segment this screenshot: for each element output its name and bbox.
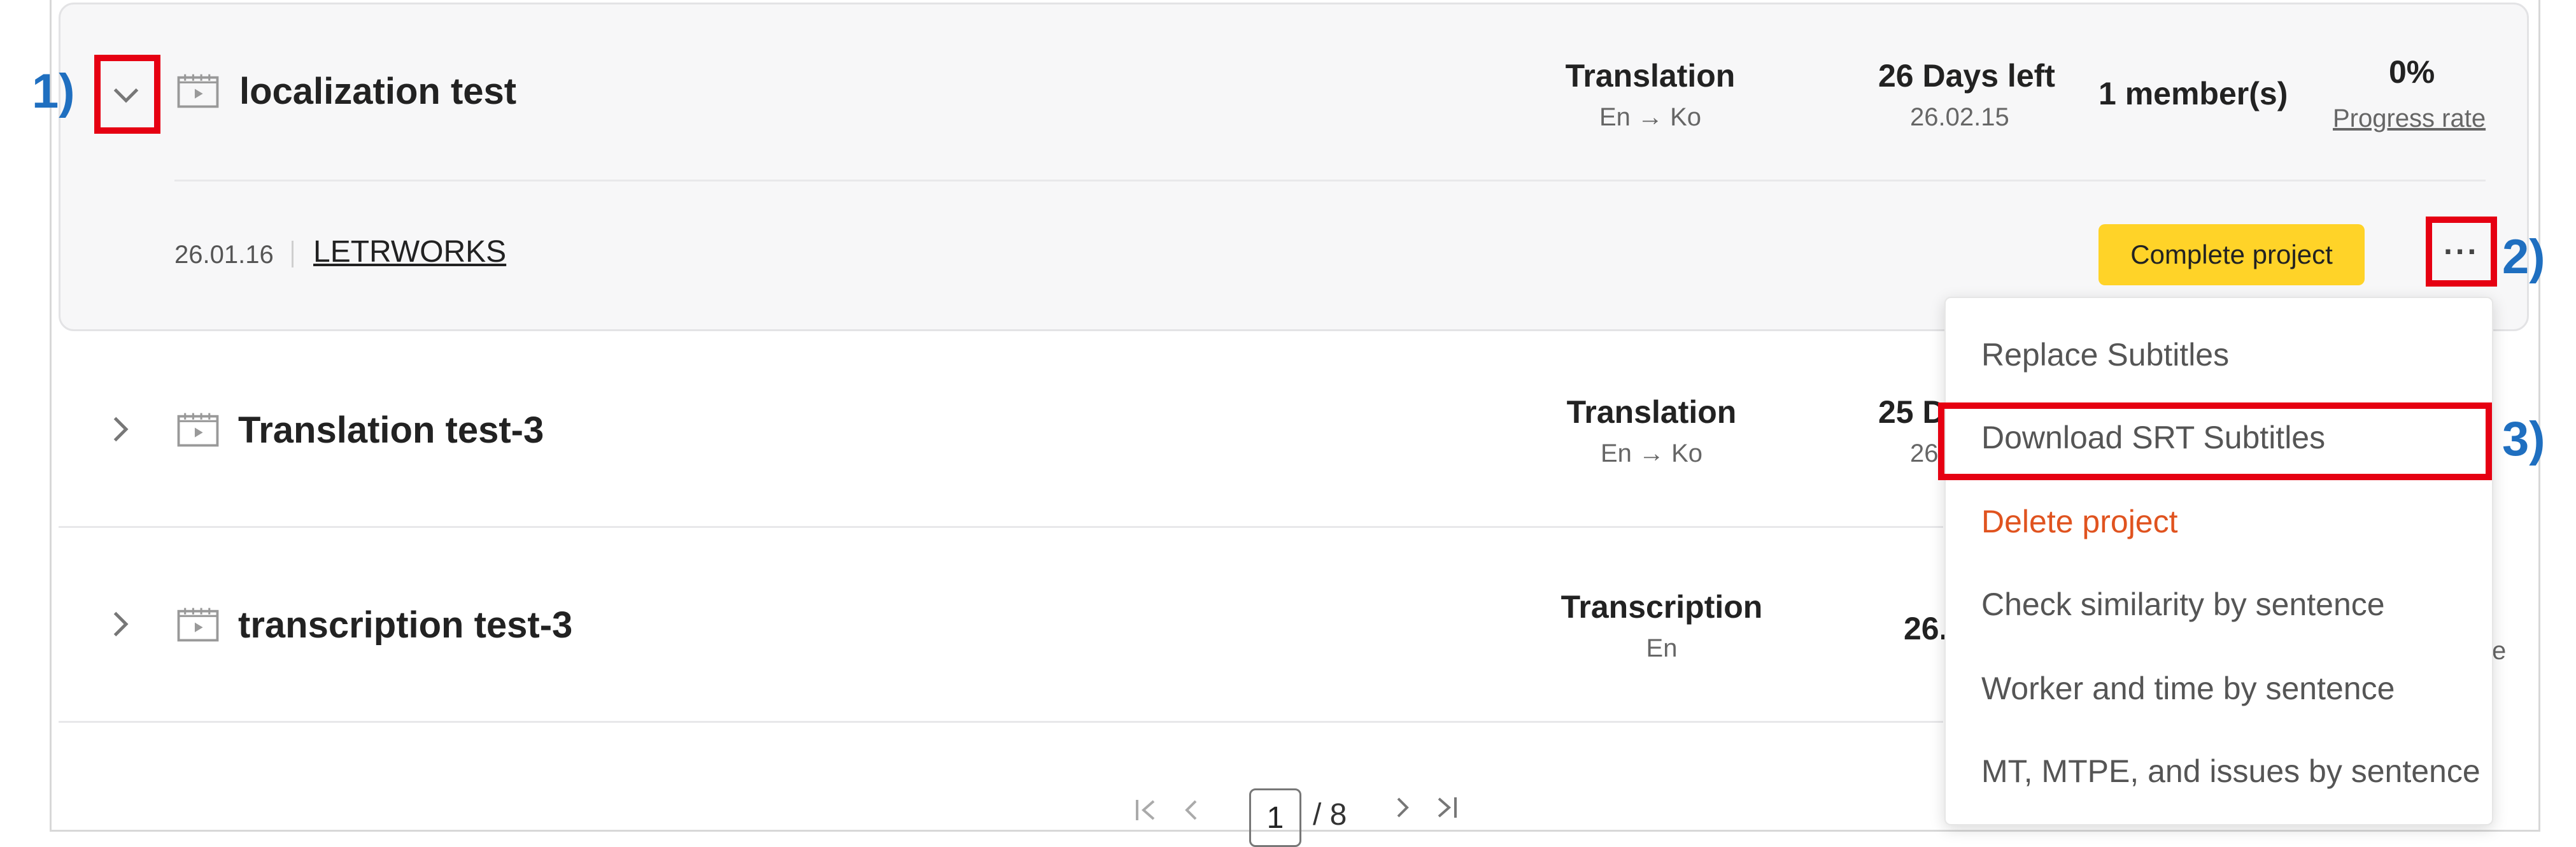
row-divider xyxy=(174,180,2486,182)
project-language: En → Ko xyxy=(1599,103,1702,131)
video-project-icon xyxy=(177,74,219,108)
progress-percent: 0% xyxy=(2389,54,2435,90)
project-kind: Translation xyxy=(1565,58,1736,94)
annotation-marker-2: 2) xyxy=(2502,230,2545,284)
more-options-button[interactable]: ··· xyxy=(2435,224,2488,279)
menu-item-delete-project[interactable]: Delete project xyxy=(1981,503,2178,540)
menu-item-worker-time[interactable]: Worker and time by sentence xyxy=(1981,670,2395,707)
project-due-date-partial: 26 xyxy=(1910,439,1939,467)
prev-page-icon[interactable] xyxy=(1175,795,1206,825)
row-divider xyxy=(59,721,1943,723)
project-deadline-partial: 25 D xyxy=(1878,394,1946,430)
project-due-date: 26.02.15 xyxy=(1910,103,2009,131)
complete-project-button[interactable]: Complete project xyxy=(2098,224,2365,285)
annotation-marker-1: 1) xyxy=(32,64,75,118)
company-link[interactable]: LETRWORKS xyxy=(313,234,506,269)
menu-item-replace-subtitles[interactable]: Replace Subtitles xyxy=(1981,336,2229,373)
progress-link-partial: e xyxy=(2492,637,2507,665)
annotation-marker-3: 3) xyxy=(2502,412,2545,466)
current-page-input[interactable]: 1 xyxy=(1249,788,1301,847)
last-page-icon[interactable] xyxy=(1431,792,1462,823)
project-deadline: 26 Days left xyxy=(1878,58,2055,94)
chevron-right-icon[interactable] xyxy=(101,605,139,643)
project-options-menu: Replace Subtitles Download SRT Subtitles… xyxy=(1944,297,2493,825)
project-title[interactable]: Translation test-3 xyxy=(238,409,544,452)
meta-separator xyxy=(292,241,294,267)
project-members: 1 member(s) xyxy=(2098,76,2288,111)
row-divider xyxy=(59,526,1943,528)
project-kind: Translation xyxy=(1566,394,1737,430)
chevron-down-icon[interactable] xyxy=(107,75,145,113)
project-title[interactable]: transcription test-3 xyxy=(238,604,572,646)
video-project-icon xyxy=(177,413,219,447)
project-title[interactable]: localization test xyxy=(239,70,516,113)
page-total: / 8 xyxy=(1313,798,1347,832)
video-project-icon xyxy=(177,608,219,642)
project-language: En xyxy=(1646,634,1678,662)
progress-rate-link[interactable]: Progress rate xyxy=(2333,104,2486,133)
project-language: En → Ko xyxy=(1600,439,1703,467)
highlight-box-download xyxy=(1938,402,2492,480)
project-deadline-partial: 26. xyxy=(1904,611,1948,646)
project-created-date: 26.01.16 xyxy=(174,241,274,269)
project-kind: Transcription xyxy=(1560,589,1763,625)
menu-item-check-similarity[interactable]: Check similarity by sentence xyxy=(1981,586,2385,623)
next-page-icon[interactable] xyxy=(1388,792,1419,823)
first-page-icon[interactable] xyxy=(1131,795,1161,825)
chevron-right-icon[interactable] xyxy=(101,410,139,448)
menu-item-mt-mtpe-issues[interactable]: MT, MTPE, and issues by sentence xyxy=(1981,753,2480,790)
